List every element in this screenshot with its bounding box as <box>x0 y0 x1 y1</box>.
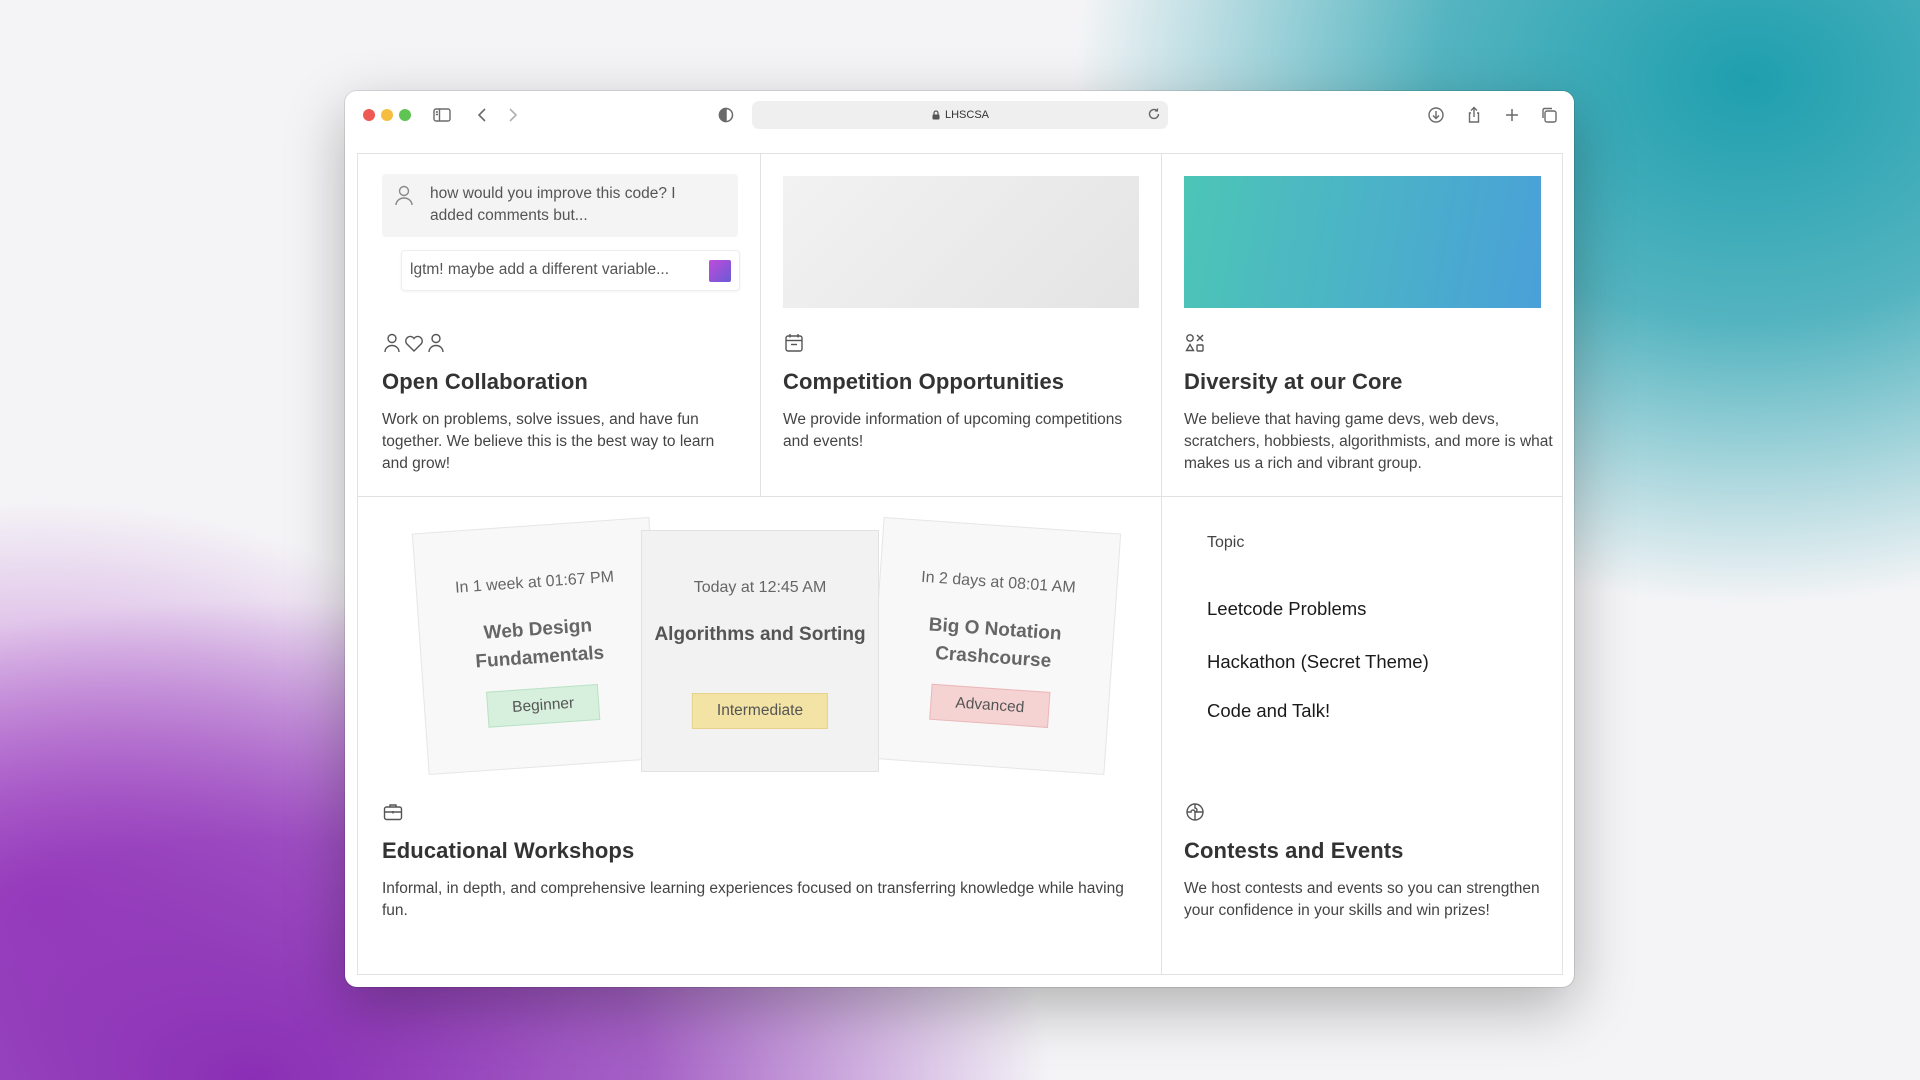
card-title: Educational Workshops <box>382 838 635 863</box>
card-contests-events: Topic Leetcode Problems Hackathon (Secre… <box>1162 497 1562 974</box>
card-diversity: Diversity at our Core We believe that ha… <box>1162 154 1562 496</box>
chat-message-text: how would you improve this code? I added… <box>430 185 676 224</box>
lock-icon <box>932 110 940 120</box>
card-description: We provide information of upcoming compe… <box>783 411 1123 450</box>
workshop-card[interactable]: Today at 12:45 AM Algorithms and Sorting… <box>641 530 879 772</box>
card-description: We host contests and events so you can s… <box>1184 880 1540 919</box>
browser-toolbar: LHSCSA <box>345 91 1574 139</box>
workshop-name: Big O Notation Crashcourse <box>928 614 1063 672</box>
address-bar[interactable]: LHSCSA <box>752 101 1168 129</box>
diversity-image <box>1184 176 1541 308</box>
forward-icon[interactable] <box>501 104 523 126</box>
url-text: LHSCSA <box>944 109 990 121</box>
workshop-time: In 2 days at 08:01 AM <box>920 568 1077 597</box>
user-icon <box>395 185 413 206</box>
briefcase-icon <box>382 801 404 823</box>
browser-window: LHSCSA how would you improve this code? … <box>345 91 1574 987</box>
workshop-name: Algorithms and Sorting <box>654 624 866 645</box>
card-title: Diversity at our Core <box>1184 369 1403 394</box>
new-tab-icon[interactable] <box>1501 104 1523 126</box>
topic-item[interactable]: Code and Talk! <box>1207 700 1330 722</box>
workshop-level-badge: Intermediate <box>691 693 829 729</box>
workshop-level-badge: Beginner <box>486 683 601 728</box>
shield-icon[interactable] <box>715 104 737 126</box>
card-description: Informal, in depth, and comprehensive le… <box>382 880 1124 919</box>
card-description: Work on problems, solve issues, and have… <box>382 411 715 472</box>
card-description: We believe that having game devs, web de… <box>1184 411 1553 472</box>
chat-message: how would you improve this code? I added… <box>382 174 738 237</box>
topic-label: Topic <box>1207 534 1245 551</box>
sidebar-icon[interactable] <box>431 104 453 126</box>
competition-image <box>783 176 1139 308</box>
puzzle-icon <box>1184 801 1206 823</box>
features-grid: how would you improve this code? I added… <box>357 153 1563 975</box>
card-title: Open Collaboration <box>382 369 588 394</box>
card-title: Contests and Events <box>1184 838 1404 863</box>
share-icon[interactable] <box>1463 104 1485 126</box>
minimize-window-button[interactable] <box>381 109 393 121</box>
workshop-name: Web Design Fundamentals <box>474 615 605 673</box>
shapes-icon <box>1184 332 1206 354</box>
download-icon[interactable] <box>1425 104 1447 126</box>
workshop-card[interactable]: In 1 week at 01:67 PM Web Design Fundame… <box>411 516 667 776</box>
workshop-level-badge: Advanced <box>929 683 1051 728</box>
close-window-button[interactable] <box>363 109 375 121</box>
topic-item[interactable]: Leetcode Problems <box>1207 598 1366 620</box>
back-icon[interactable] <box>472 104 494 126</box>
reload-icon[interactable] <box>1146 106 1162 122</box>
chat-reply-text: lgtm! maybe add a different variable... <box>410 261 670 278</box>
card-title: Competition Opportunities <box>783 369 1065 394</box>
workshop-time: Today at 12:45 AM <box>693 579 827 596</box>
topic-item[interactable]: Hackathon (Secret Theme) <box>1207 651 1429 673</box>
card-educational-workshops: In 1 week at 01:67 PM Web Design Fundame… <box>358 497 1161 974</box>
card-open-collaboration: how would you improve this code? I added… <box>358 154 760 496</box>
chat-reply: lgtm! maybe add a different variable... <box>401 250 740 291</box>
zoom-window-button[interactable] <box>399 109 411 121</box>
people-heart-icon <box>382 332 446 354</box>
calendar-icon <box>783 332 805 354</box>
workshop-time: In 1 week at 01:67 PM <box>454 568 615 597</box>
avatar <box>709 260 731 282</box>
card-competition-opportunities: Competition Opportunities We provide inf… <box>761 154 1161 496</box>
workshop-card[interactable]: In 2 days at 08:01 AM Big O Notation Cra… <box>866 516 1122 776</box>
tabs-overview-icon[interactable] <box>1538 104 1560 126</box>
